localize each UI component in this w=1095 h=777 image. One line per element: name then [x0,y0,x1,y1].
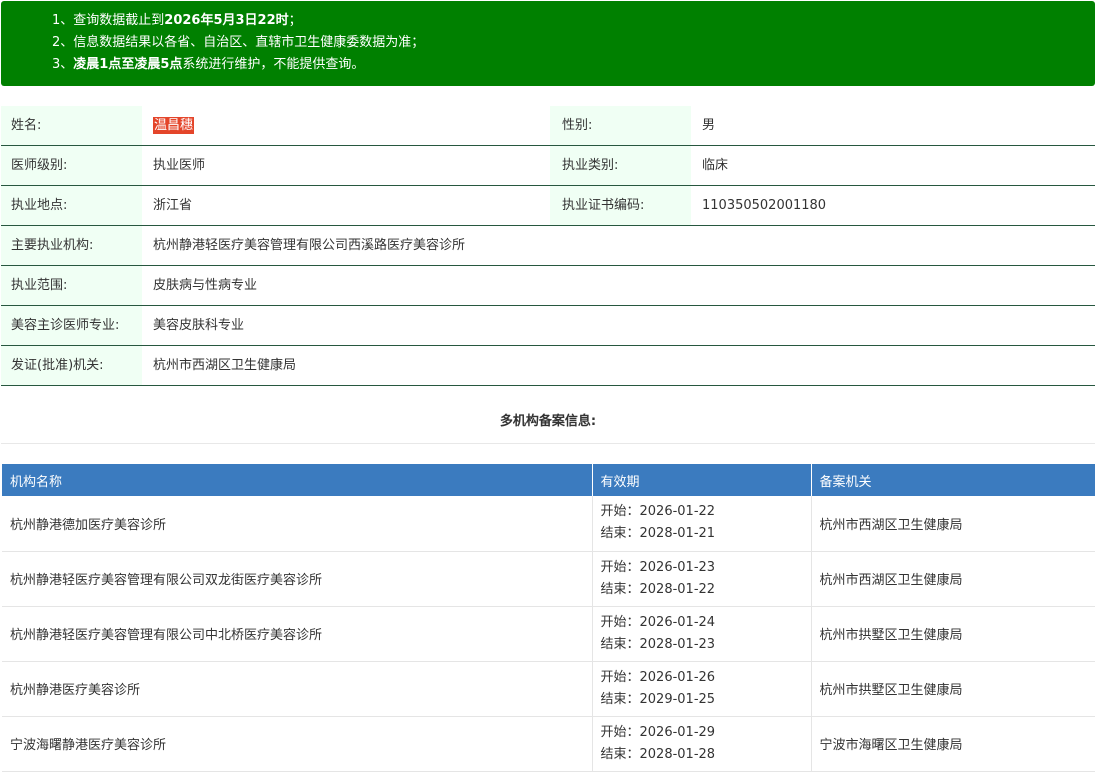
start-date: 开始：2026-01-26 [600,669,716,685]
multi-org-table: 机构名称 有效期 备案机关 杭州静港德加医疗美容诊所 开始：2026-01-22… [2,464,1095,772]
notice-banner: 1、查询数据截止到2026年5月3日22时； 2、信息数据结果以各省、自治区、直… [1,1,1095,86]
org-value: 杭州静港轻医疗美容管理有限公司西溪路医疗美容诊所 [153,238,466,253]
gender-label: 性别: [550,106,691,145]
location-value: 浙江省 [153,198,193,213]
table-header-row: 机构名称 有效期 备案机关 [2,464,1095,496]
cell-org: 杭州静港轻医疗美容管理有限公司中北桥医疗美容诊所 [2,606,593,662]
info-row-scope: 执业范围: 皮肤病与性病专业 [1,266,1095,306]
cosmetic-label: 美容主诊医师专业: [1,306,142,345]
table-row: 杭州静港轻医疗美容管理有限公司中北桥医疗美容诊所 开始：2026-01-24 结… [2,606,1095,662]
level-value: 执业医师 [153,158,206,173]
header-validity: 有效期 [592,464,812,496]
info-row-location: 执业地点: 浙江省 执业证书编码: 110350502001180 [1,186,1095,226]
cell-agency: 杭州市西湖区卫生健康局 [811,551,1095,607]
end-date: 结束：2028-01-21 [600,526,716,542]
name-label: 姓名: [1,106,142,145]
cert-label: 执业证书编码: [550,186,691,225]
cosmetic-value: 美容皮肤科专业 [153,318,245,333]
start-date: 开始：2026-01-22 [600,504,716,520]
end-date: 结束：2029-01-25 [600,691,716,707]
cert-value: 110350502001180 [702,198,827,213]
header-agency: 备案机关 [811,464,1095,496]
notice-line-3: 3、凌晨1点至凌晨5点系统进行维护，不能提供查询。 [52,57,365,72]
scope-label: 执业范围: [1,266,142,305]
info-row-cosmetic: 美容主诊医师专业: 美容皮肤科专业 [1,306,1095,346]
issuer-label: 发证(批准)机关: [1,346,142,385]
multi-org-title: 多机构备案信息: [1,401,1095,444]
name-highlight: 温昌穗 [153,117,195,134]
cell-validity: 开始：2026-01-26 结束：2029-01-25 [592,661,812,717]
notice-line-2: 2、信息数据结果以各省、自治区、直辖市卫生健康委数据为准； [52,35,425,50]
start-date: 开始：2026-01-29 [600,724,716,740]
gender-value: 男 [702,118,716,133]
cell-validity: 开始：2026-01-24 结束：2028-01-23 [592,606,812,662]
info-row-name: 姓名: 温昌穗 性别: 男 [1,106,1095,146]
start-date: 开始：2026-01-24 [600,614,716,630]
table-row: 杭州静港德加医疗美容诊所 开始：2026-01-22 结束：2028-01-21… [2,496,1095,552]
cell-agency: 杭州市拱墅区卫生健康局 [811,606,1095,662]
cell-validity: 开始：2026-01-29 结束：2028-01-28 [592,716,812,772]
cell-validity: 开始：2026-01-22 结束：2028-01-21 [592,496,812,552]
level-label: 医师级别: [1,146,142,185]
location-label: 执业地点: [1,186,142,225]
table-row: 杭州静港轻医疗美容管理有限公司双龙街医疗美容诊所 开始：2026-01-23 结… [2,551,1095,607]
cell-validity: 开始：2026-01-23 结束：2028-01-22 [592,551,812,607]
scope-value: 皮肤病与性病专业 [153,278,258,293]
table-row: 宁波海曙静港医疗美容诊所 开始：2026-01-29 结束：2028-01-28… [2,716,1095,772]
start-date: 开始：2026-01-23 [600,559,716,575]
cell-org: 宁波海曙静港医疗美容诊所 [2,716,593,772]
category-value: 临床 [702,158,729,173]
info-row-issuer: 发证(批准)机关: 杭州市西湖区卫生健康局 [1,346,1095,386]
table-row: 杭州静港医疗美容诊所 开始：2026-01-26 结束：2029-01-25 杭… [2,661,1095,717]
notice-line-1: 1、查询数据截止到2026年5月3日22时； [52,13,302,28]
end-date: 结束：2028-01-22 [600,581,716,597]
doctor-info-table: 姓名: 温昌穗 性别: 男 医师级别: 执业医师 执业类别: 临床 执业地点: … [1,106,1095,386]
end-date: 结束：2028-01-28 [600,746,716,762]
cell-org: 杭州静港医疗美容诊所 [2,661,593,717]
info-row-level: 医师级别: 执业医师 执业类别: 临床 [1,146,1095,186]
info-row-org: 主要执业机构: 杭州静港轻医疗美容管理有限公司西溪路医疗美容诊所 [1,226,1095,266]
name-value: 温昌穗 [142,106,550,145]
cell-agency: 杭州市西湖区卫生健康局 [811,496,1095,552]
cell-org: 杭州静港德加医疗美容诊所 [2,496,593,552]
category-label: 执业类别: [550,146,691,185]
cell-org: 杭州静港轻医疗美容管理有限公司双龙街医疗美容诊所 [2,551,593,607]
issuer-value: 杭州市西湖区卫生健康局 [153,358,297,373]
header-org-name: 机构名称 [2,464,593,496]
cell-agency: 宁波市海曙区卫生健康局 [811,716,1095,772]
end-date: 结束：2028-01-23 [600,636,716,652]
org-label: 主要执业机构: [1,226,142,265]
cell-agency: 杭州市拱墅区卫生健康局 [811,661,1095,717]
